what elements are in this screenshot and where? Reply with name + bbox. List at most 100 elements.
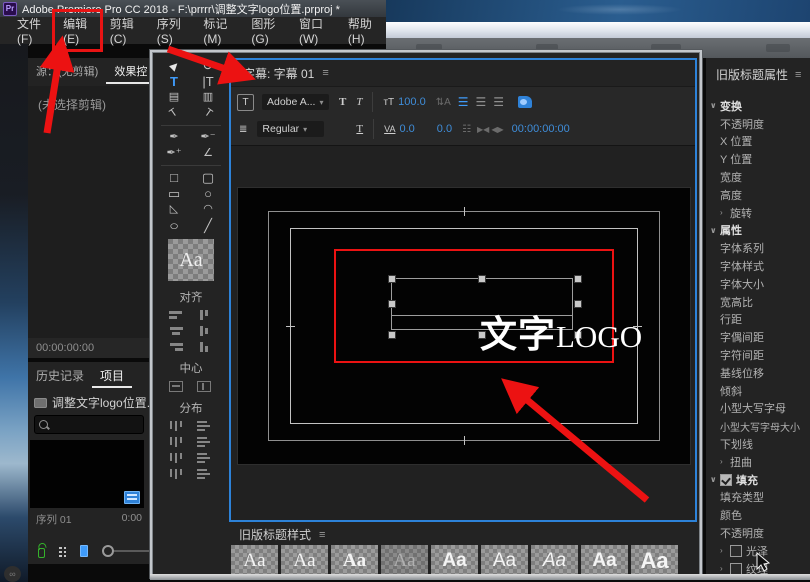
tracking-value[interactable]: 0.0	[437, 123, 452, 135]
styles-panel-menu-icon[interactable]: ≡	[319, 529, 325, 541]
align-h-center-icon[interactable]	[169, 326, 183, 336]
align-left-text-icon[interactable]: ☰	[458, 95, 469, 109]
menu-edit[interactable]: 编辑(E)	[54, 11, 101, 50]
title-text[interactable]: 文字LOGO	[480, 304, 642, 358]
title-templates-icon[interactable]: T	[237, 94, 254, 111]
tab-stops-icon[interactable]: ☷	[462, 124, 471, 135]
distribute-v-center-icon[interactable]	[197, 437, 211, 447]
distribute-left-icon[interactable]	[169, 421, 183, 431]
creative-cloud-icon[interactable]: ∞	[4, 566, 21, 582]
align-v-center-icon[interactable]	[197, 326, 211, 336]
menu-window[interactable]: 窗口(W)	[290, 11, 339, 50]
prop-row[interactable]: 高度	[706, 186, 810, 204]
prop-row[interactable]: ›旋转	[706, 204, 810, 222]
next-frame-icon[interactable]: ◀▶	[491, 125, 503, 134]
prop-row[interactable]: 不透明度	[706, 115, 810, 133]
list-view-icon[interactable]	[59, 546, 66, 557]
zoom-slider-knob[interactable]	[102, 545, 114, 557]
prop-row[interactable]: ∨变换	[706, 97, 810, 115]
align-center-text-icon[interactable]: ☰	[476, 95, 487, 109]
prop-row[interactable]: 小型大写字母大小	[706, 417, 810, 435]
style-swatch-2[interactable]: Aa	[281, 545, 328, 577]
show-background-video-icon[interactable]	[518, 96, 532, 108]
prop-row-fill[interactable]: ∨填充	[706, 471, 810, 489]
prop-row[interactable]: 字偶间距	[706, 328, 810, 346]
style-swatch-9[interactable]: Aa	[631, 545, 678, 577]
ellipse-tool[interactable]: ○	[195, 186, 221, 201]
rectangle-tool[interactable]: □	[161, 170, 187, 185]
style-swatch-6[interactable]: Aa	[481, 545, 528, 577]
distribute-h-center-icon[interactable]	[169, 437, 183, 447]
menu-sequence[interactable]: 序列(S)	[148, 11, 195, 50]
style-swatch-7[interactable]: Aa	[531, 545, 578, 577]
font-style-select[interactable]: Regular▾	[257, 121, 324, 137]
align-right-icon[interactable]	[169, 342, 183, 352]
prop-row[interactable]: 基线位移	[706, 364, 810, 382]
prop-row[interactable]: 小型大写字母	[706, 400, 810, 418]
handle-sw[interactable]	[388, 331, 396, 339]
style-swatch-8[interactable]: Aa	[581, 545, 628, 577]
style-swatch-4[interactable]: Aa	[381, 545, 428, 577]
fill-checkbox[interactable]	[720, 474, 732, 486]
icon-view-icon[interactable]	[80, 545, 88, 557]
style-swatch-5[interactable]: Aa	[431, 545, 478, 577]
italic-button[interactable]: T	[356, 96, 362, 108]
panel-menu-icon[interactable]: ≡	[322, 67, 328, 79]
align-bottom-icon[interactable]	[197, 342, 211, 352]
prop-row[interactable]: 不透明度	[706, 524, 810, 542]
distribute-top-icon[interactable]	[197, 421, 211, 431]
prop-row[interactable]: 宽度	[706, 168, 810, 186]
handle-nw[interactable]	[388, 275, 396, 283]
menu-clip[interactable]: 剪辑(C)	[101, 11, 148, 50]
rounded-rectangle-tool[interactable]: ▢	[195, 170, 221, 185]
background-timecode[interactable]: 00:00:00:00	[512, 123, 570, 135]
clipped-corner-rectangle-tool[interactable]: ▭	[161, 186, 187, 201]
tab-project[interactable]: 项目	[92, 362, 132, 388]
distribute-right-icon[interactable]	[169, 453, 183, 463]
prop-row[interactable]: 字符间距	[706, 346, 810, 364]
arc-tool[interactable]: ◠	[195, 202, 221, 217]
title-canvas[interactable]: 文字LOGO	[231, 146, 695, 520]
tab-effect-controls[interactable]: 效果控	[106, 58, 155, 84]
texture-checkbox[interactable]	[730, 563, 742, 575]
prop-row[interactable]: 行距	[706, 311, 810, 329]
tab-history[interactable]: 历史记录	[28, 362, 92, 388]
prop-row[interactable]: ∨属性	[706, 222, 810, 240]
prop-row[interactable]: X 位置	[706, 133, 810, 151]
distribute-v-even-icon[interactable]	[197, 469, 211, 479]
prop-row-sheen[interactable]: ›光泽	[706, 542, 810, 560]
handle-ne[interactable]	[574, 275, 582, 283]
vertical-type-tool[interactable]: |T	[195, 74, 221, 89]
menu-help[interactable]: 帮助(H)	[339, 11, 386, 50]
sequence-thumbnail[interactable]	[30, 440, 144, 508]
font-family-select[interactable]: Adobe A...▾	[262, 94, 329, 110]
add-anchor-point-tool[interactable]: ✒⁺	[161, 146, 187, 161]
sheen-checkbox[interactable]	[730, 545, 742, 557]
line-tool[interactable]: ╱	[195, 218, 221, 233]
pen-tool[interactable]: ✒	[161, 130, 187, 145]
center-horizontal-icon[interactable]	[169, 381, 183, 392]
style-swatch-1[interactable]: Aa	[231, 545, 278, 577]
menu-markers[interactable]: 标记(M)	[194, 11, 242, 50]
current-style-swatch[interactable]: Aa	[168, 239, 214, 281]
type-tool[interactable]: T	[161, 74, 187, 89]
tab-source[interactable]: 源：(无剪辑)	[28, 58, 106, 84]
menu-file[interactable]: 文件(F)	[8, 11, 54, 50]
prop-row[interactable]: 填充类型	[706, 489, 810, 507]
project-writable-lock-icon[interactable]	[38, 548, 45, 558]
underline-button[interactable]: T	[356, 123, 363, 135]
kerning-value[interactable]: 0.0	[399, 123, 414, 135]
prop-row[interactable]: 倾斜	[706, 382, 810, 400]
prop-row[interactable]: 字体样式	[706, 257, 810, 275]
distribute-h-even-icon[interactable]	[169, 469, 183, 479]
wedge-tool[interactable]: ◺	[161, 202, 187, 217]
prop-row[interactable]: 宽高比	[706, 293, 810, 311]
rotation-tool[interactable]: ↺	[195, 58, 221, 73]
prop-row[interactable]: 下划线	[706, 435, 810, 453]
style-swatch-3[interactable]: Aa	[331, 545, 378, 577]
prop-row[interactable]: 颜色	[706, 506, 810, 524]
properties-panel-menu-icon[interactable]: ≡	[795, 69, 801, 81]
align-left-icon[interactable]	[169, 310, 183, 320]
prop-row[interactable]: Y 位置	[706, 150, 810, 168]
prop-row[interactable]: 字体系列	[706, 239, 810, 257]
